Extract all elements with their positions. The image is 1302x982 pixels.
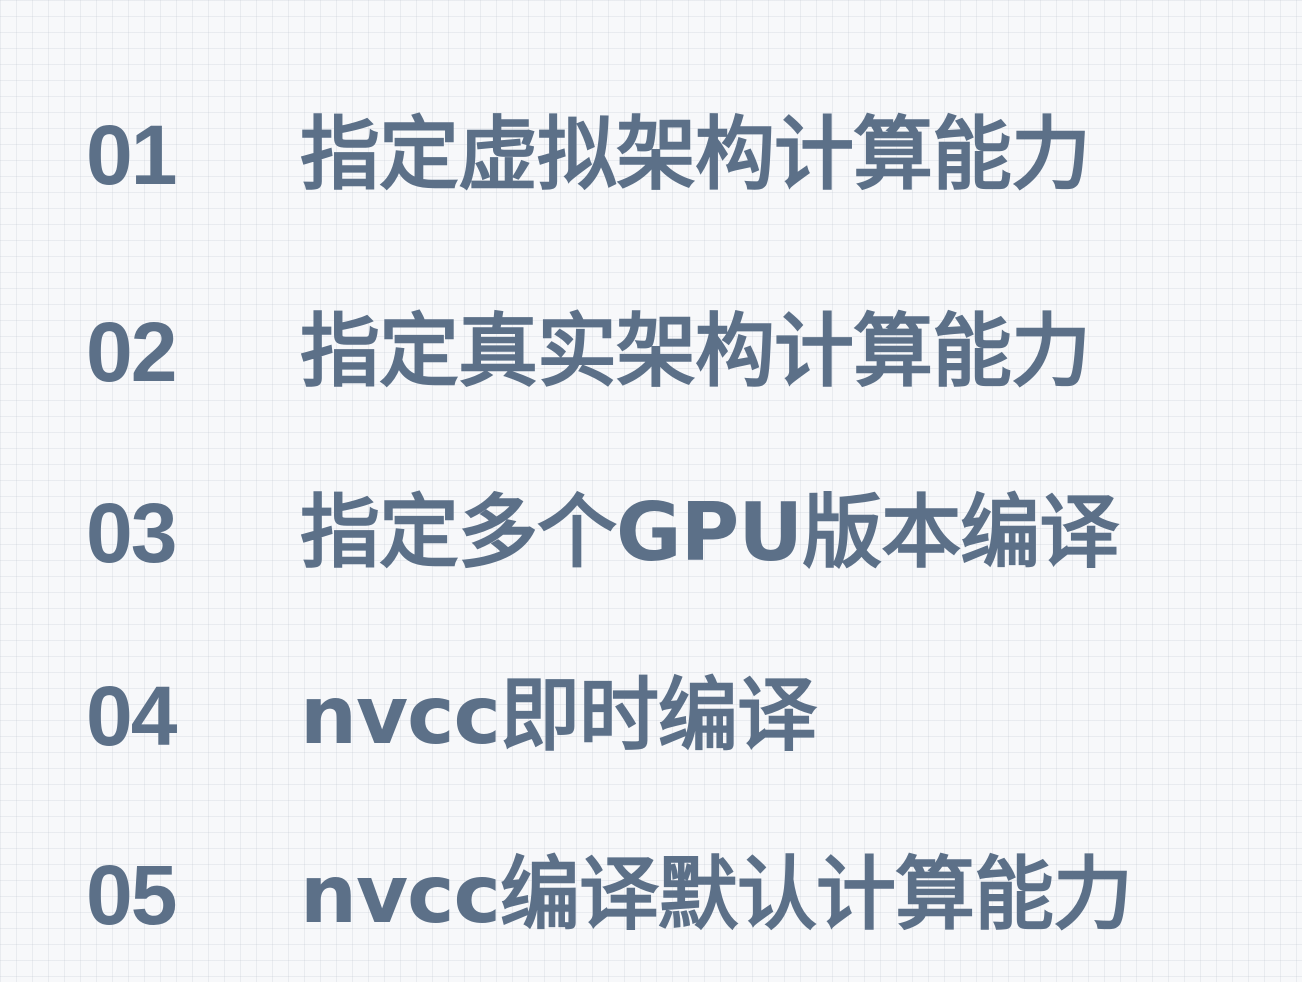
numbered-list: 01 指定虚拟架构计算能力 02 指定真实架构计算能力 03 指定多个GPU版本… xyxy=(0,0,1302,982)
item-label: nvcc即时编译 xyxy=(300,669,817,762)
item-number: 04 xyxy=(86,669,177,763)
item-number: 01 xyxy=(86,108,177,202)
item-label: nvcc编译默认计算能力 xyxy=(300,848,1133,941)
list-item: 03 指定多个GPU版本编译 xyxy=(0,478,1302,588)
list-item: 04 nvcc即时编译 xyxy=(0,661,1302,771)
list-item: 05 nvcc编译默认计算能力 xyxy=(0,840,1302,950)
item-number: 02 xyxy=(86,305,177,399)
item-label: 指定多个GPU版本编译 xyxy=(300,486,1119,579)
item-number: 05 xyxy=(86,848,177,942)
list-item: 02 指定真实架构计算能力 xyxy=(0,297,1302,407)
item-number: 03 xyxy=(86,486,177,580)
item-label: 指定真实架构计算能力 xyxy=(300,305,1091,398)
list-item: 01 指定虚拟架构计算能力 xyxy=(0,100,1302,210)
item-label: 指定虚拟架构计算能力 xyxy=(300,108,1091,201)
